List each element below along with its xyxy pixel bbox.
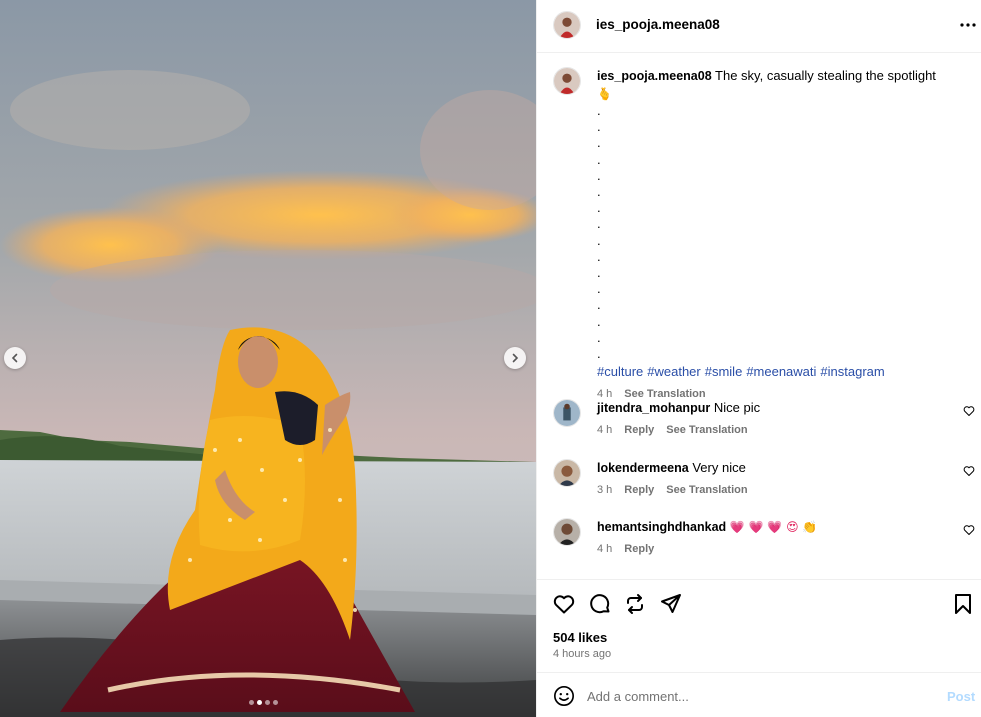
caption-dot-line: .: [597, 103, 601, 118]
caption-dot-line: .: [597, 216, 601, 232]
caption-username[interactable]: ies_pooja.meena08: [597, 69, 712, 83]
comment-text: Very nice: [692, 460, 746, 475]
avatar[interactable]: [553, 399, 581, 427]
carousel-dot: [257, 700, 262, 705]
hashtag-link[interactable]: #smile: [705, 364, 743, 379]
caption-text: The sky, casually stealing the spotlight: [715, 68, 936, 83]
post-media[interactable]: [0, 0, 536, 717]
caption-dot-line: .: [597, 329, 601, 345]
carousel-dot: [249, 700, 254, 705]
comments-list[interactable]: ies_pooja.meena08 The sky, casually stea…: [537, 54, 981, 578]
share-button[interactable]: [659, 592, 683, 616]
like-comment-heart-icon[interactable]: [963, 465, 975, 477]
reply-button[interactable]: Reply: [624, 540, 654, 558]
like-comment-heart-icon[interactable]: [963, 405, 975, 417]
comment-text: Nice pic: [713, 400, 761, 415]
reply-button[interactable]: Reply: [624, 481, 654, 499]
carousel-dot: [273, 700, 278, 705]
save-button[interactable]: [951, 592, 975, 616]
bookmark-icon: [955, 594, 971, 614]
caption-dot-line: .: [597, 167, 601, 183]
like-button[interactable]: [552, 592, 576, 616]
caption-dot-line: .: [597, 265, 601, 281]
caption-dot-line: .: [597, 135, 601, 151]
more-options-button[interactable]: [957, 14, 979, 36]
like-comment-heart-icon[interactable]: [963, 524, 975, 536]
post-photo: [0, 0, 536, 717]
chevron-right-icon: [512, 353, 519, 363]
caption-dot-line: .: [597, 313, 601, 329]
share-icon: [661, 594, 681, 613]
comment-composer: Post: [537, 672, 981, 717]
post-timestamp: 4 hours ago: [553, 648, 612, 660]
comment-username[interactable]: hemantsinghdhankad: [597, 520, 726, 534]
post-header: ies_pooja.meena08: [537, 0, 981, 53]
emoji-icon[interactable]: [553, 685, 575, 707]
caption-dot-line: .: [597, 297, 601, 313]
likes-count[interactable]: 504 likes: [553, 630, 607, 645]
see-translation-link[interactable]: See Translation: [666, 421, 747, 439]
hashtag-link[interactable]: #weather: [647, 364, 700, 379]
comment-time: 4 h: [597, 424, 613, 436]
comment-time: 4 h: [597, 543, 613, 555]
comment-icon: [590, 594, 610, 614]
more-icon: [960, 23, 976, 27]
post-details-panel: ies_pooja.meena08 ies_pooja.meena08 The …: [536, 0, 981, 717]
caption-dot-line: .: [597, 281, 601, 297]
comment-time: 3 h: [597, 484, 613, 496]
carousel-indicator: [249, 700, 278, 705]
caption-dots: ................: [597, 103, 947, 362]
post-comment-button[interactable]: Post: [947, 689, 975, 704]
username[interactable]: ies_pooja.meena08: [596, 17, 720, 32]
caption-emoji: 🫰: [597, 87, 612, 101]
hashtag-list: #culture #weather #smile #meenawati #instagr…: [597, 363, 947, 381]
comment-username[interactable]: lokendermeena: [597, 461, 689, 475]
previous-photo-button[interactable]: [4, 347, 26, 369]
caption-dot-line: .: [597, 184, 601, 200]
hashtag-link[interactable]: #instagram: [820, 364, 884, 379]
caption-dot-line: .: [597, 248, 601, 264]
avatar[interactable]: [553, 518, 581, 546]
comment-button[interactable]: [588, 592, 612, 616]
hashtag-link[interactable]: #culture: [597, 364, 643, 379]
see-translation-link[interactable]: See Translation: [666, 481, 747, 499]
caption-dot-line: .: [597, 119, 601, 135]
caption-dot-line: .: [597, 232, 601, 248]
repost-button[interactable]: [623, 592, 647, 616]
chevron-left-icon: [11, 353, 18, 363]
comment-username[interactable]: jitendra_mohanpur: [597, 401, 710, 415]
avatar[interactable]: [553, 67, 581, 95]
comment-input[interactable]: [587, 684, 927, 708]
reply-button[interactable]: Reply: [624, 421, 654, 439]
caption-dot-line: .: [597, 200, 601, 216]
carousel-dot: [265, 700, 270, 705]
next-photo-button[interactable]: [504, 347, 526, 369]
repost-icon: [627, 594, 643, 614]
avatar[interactable]: [553, 11, 581, 39]
post-action-bar: 504 likes 4 hours ago: [537, 579, 981, 672]
hashtag-link[interactable]: #meenawati: [746, 364, 816, 379]
avatar[interactable]: [553, 459, 581, 487]
caption-dot-line: .: [597, 151, 601, 167]
heart-icon: [553, 595, 575, 614]
caption-dot-line: .: [597, 346, 601, 362]
comment-text: 💗 💗 💗 😍 👏: [729, 520, 818, 534]
